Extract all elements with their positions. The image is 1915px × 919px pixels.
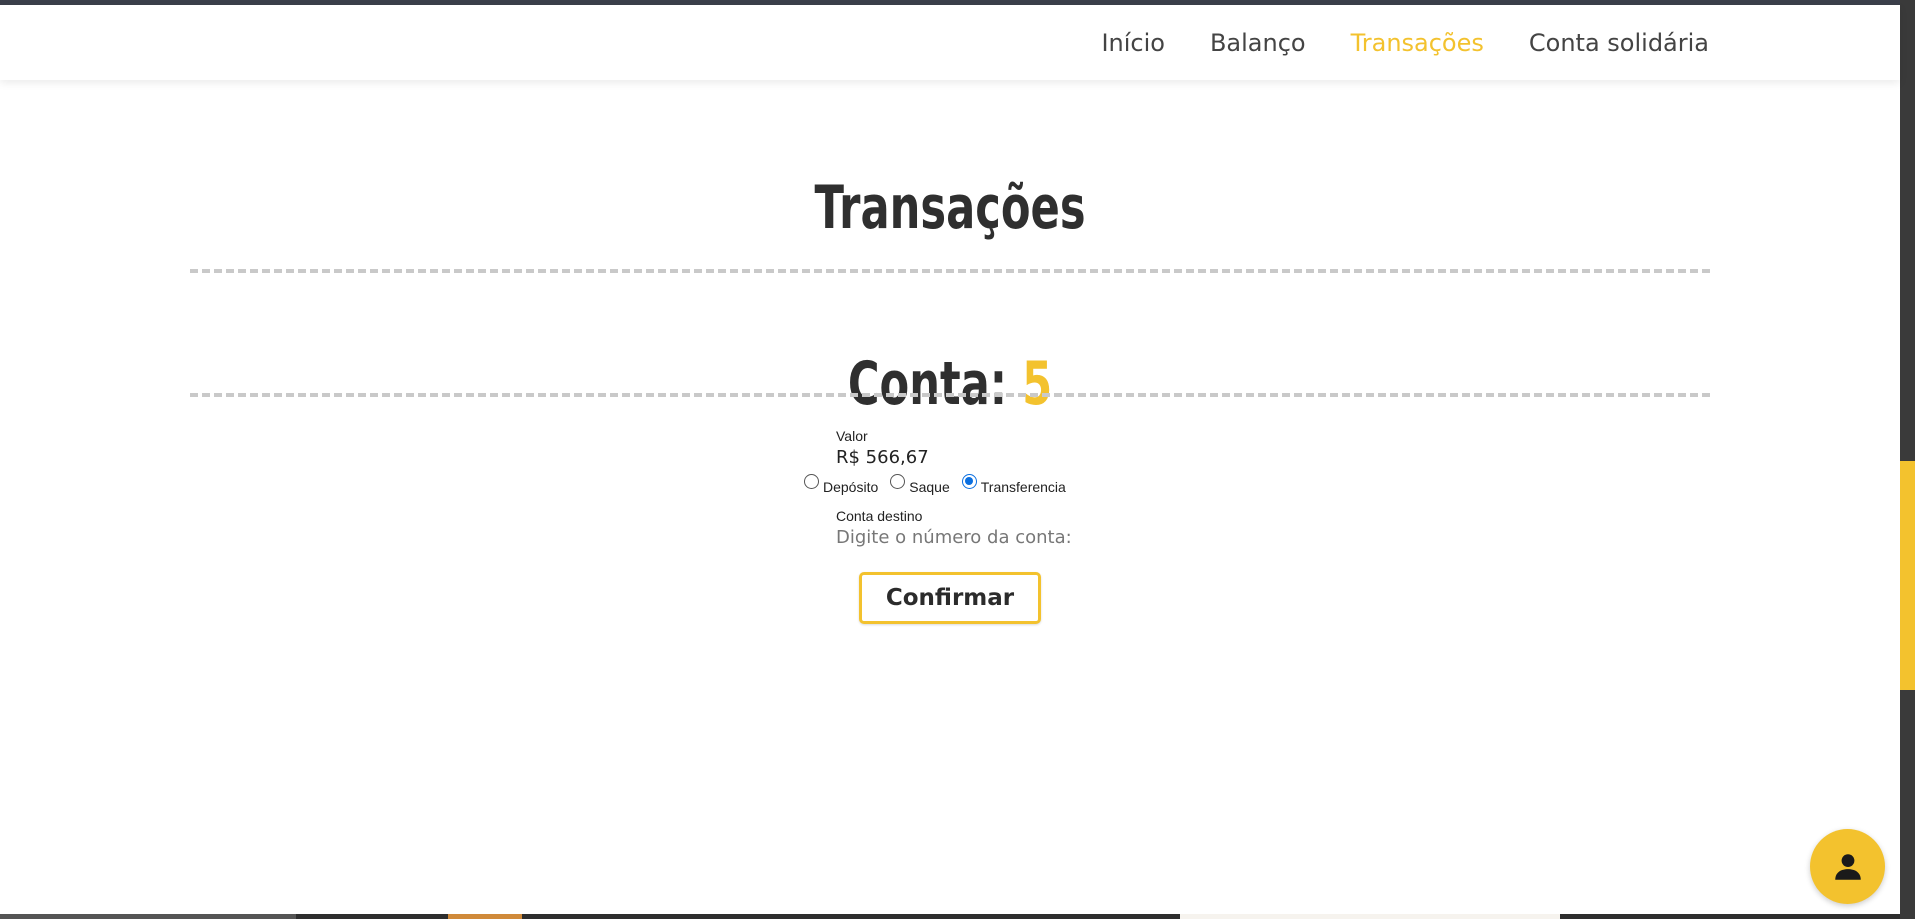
valor-input[interactable] [836,447,1096,468]
radio-saque-circle[interactable] [890,473,906,489]
conta-destino-input[interactable] [836,527,1096,548]
scrollbar-thumb[interactable] [1900,461,1915,690]
nav-item-conta-solidaria[interactable]: Conta solidária [1529,29,1709,57]
scrollbar-track[interactable] [1900,0,1915,919]
radio-deposito[interactable]: Depósito [804,473,879,495]
user-fab-button[interactable] [1810,829,1885,904]
nav-item-transacoes[interactable]: Transações [1351,29,1484,57]
bottom-strip-segment [0,914,296,919]
bottom-strip-segment [448,914,522,919]
radio-deposito-circle[interactable] [804,473,819,489]
valor-label: Valor [836,428,868,444]
account-heading: Conta: 5 [266,354,1634,414]
divider-bottom [190,393,1710,397]
main-nav: Início Balanço Transações Conta solidári… [1101,5,1709,80]
page-title: Transações [814,173,1086,244]
radio-transferencia[interactable]: Transferencia [961,473,1066,495]
radio-saque[interactable]: Saque [890,473,950,495]
bottom-strip-segment [1180,914,1560,919]
confirm-button[interactable]: Confirmar [859,572,1041,624]
radio-transferencia-label: Transferencia [980,479,1066,495]
divider-top [190,269,1710,273]
radio-transferencia-circle[interactable] [961,473,977,489]
nav-item-inicio[interactable]: Início [1101,29,1165,57]
account-number: 5 [1022,348,1053,419]
nav-item-balanco[interactable]: Balanço [1210,29,1306,57]
site-header: Início Balanço Transações Conta solidári… [0,5,1900,80]
radio-saque-label: Saque [909,479,950,495]
conta-destino-label: Conta destino [836,508,923,524]
radio-deposito-label: Depósito [823,479,879,495]
account-label: Conta: [847,348,1008,419]
person-icon [1834,853,1861,880]
transaction-type-group: Depósito Saque Transferencia [804,473,1078,495]
